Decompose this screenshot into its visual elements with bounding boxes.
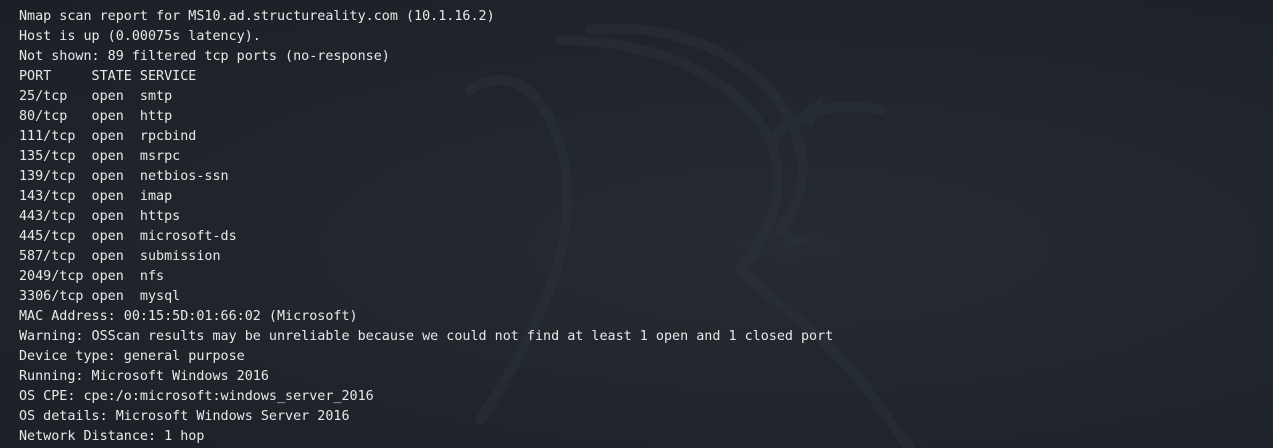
terminal-line: 25/tcp open smtp bbox=[19, 89, 173, 104]
terminal-line: 143/tcp open imap bbox=[19, 189, 173, 204]
terminal-line: Network Distance: 1 hop bbox=[19, 429, 205, 444]
terminal-line: OS details: Microsoft Windows Server 201… bbox=[19, 409, 350, 424]
terminal-line: 139/tcp open netbios-ssn bbox=[19, 169, 229, 184]
terminal-line: Device type: general purpose bbox=[19, 349, 245, 364]
terminal-line: 3306/tcp open mysql bbox=[19, 289, 181, 304]
terminal-output: Nmap scan report for MS10.ad.structureal… bbox=[19, 7, 833, 447]
terminal-line: 111/tcp open rpcbind bbox=[19, 129, 197, 144]
terminal-line: MAC Address: 00:15:5D:01:66:02 (Microsof… bbox=[19, 309, 358, 324]
terminal-line: 80/tcp open http bbox=[19, 109, 173, 124]
terminal-line: 443/tcp open https bbox=[19, 209, 181, 224]
terminal-line: Host is up (0.00075s latency). bbox=[19, 29, 261, 44]
terminal-line: Warning: OSScan results may be unreliabl… bbox=[19, 329, 834, 344]
terminal-line: 445/tcp open microsoft-ds bbox=[19, 229, 237, 244]
terminal-line: 587/tcp open submission bbox=[19, 249, 221, 264]
terminal-line: Nmap scan report for MS10.ad.structureal… bbox=[19, 9, 495, 24]
terminal-line: Running: Microsoft Windows 2016 bbox=[19, 369, 269, 384]
terminal-line: OS CPE: cpe:/o:microsoft:windows_server_… bbox=[19, 389, 374, 404]
terminal-line: Not shown: 89 filtered tcp ports (no-res… bbox=[19, 49, 390, 64]
terminal-window[interactable]: Nmap scan report for MS10.ad.structureal… bbox=[0, 0, 1273, 448]
terminal-line: PORT STATE SERVICE bbox=[19, 69, 197, 84]
terminal-line: 2049/tcp open nfs bbox=[19, 269, 165, 284]
terminal-line: 135/tcp open msrpc bbox=[19, 149, 181, 164]
